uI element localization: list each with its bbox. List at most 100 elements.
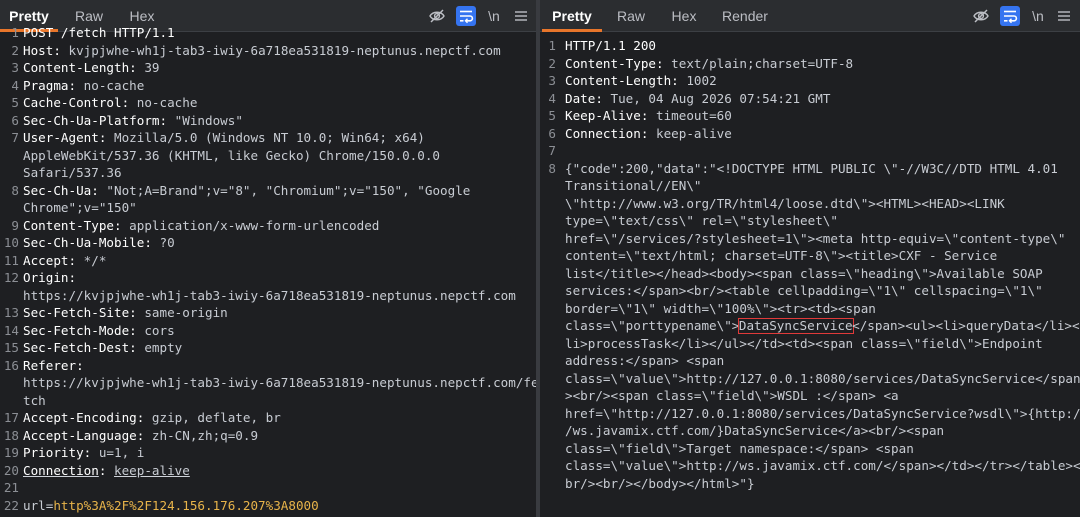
header-value: zh-CN,zh;q=0.9 [151,427,259,443]
header-colon: : [98,130,114,145]
header-value: ?0 [159,235,175,250]
line-text: class=\"porttypename\">DataSyncService</… [565,317,1080,335]
header-value: "Not;A=Brand";v="8", "Chromium";v="150",… [106,182,471,198]
body-text: Transitional//EN\" [565,178,702,193]
header-name: Sec-Ch-Ua-Mobile [23,235,145,250]
line-number: 6 [11,112,19,128]
header-value: keep-alive [656,125,732,141]
line-text: list</title></head><body><span class=\"h… [565,265,1076,283]
wrap-text-icon[interactable] [1000,6,1020,26]
line-text: Sec-Fetch-Mode: cors [23,322,532,340]
header-name: Content-Length [23,60,130,75]
line-number: 3 [548,73,556,88]
menu-icon[interactable] [511,6,531,26]
line-number: 20 [3,462,19,478]
line-text: Cache-Control: no-cache [23,94,532,112]
line-text: {"code":200,"data":"<!DOCTYPE HTML PUBLI… [565,160,1076,178]
response-tab-render[interactable]: Render [720,0,770,32]
header-colon: : [53,42,69,58]
header-colon: : [91,182,107,198]
newline-icon[interactable]: \n [484,6,504,26]
body-text: li>processTask</li></ul></td><td><span c… [565,335,1043,351]
line-text: content=\"text/html; charset=UTF-8\"><ti… [565,247,1076,265]
header-value: application/x-www-form-urlencoded [129,217,380,233]
header-name: Sec-Ch-Ua-Platform [23,112,160,128]
eye-off-icon[interactable] [971,6,991,26]
line-text: User-Agent: Mozilla/5.0 (Windows NT 10.0… [23,129,532,147]
header-colon: : [640,125,656,141]
header-colon: : [114,217,130,233]
line-text: Host: kvjpjwhe-wh1j-tab3-iwiy-6a718ea531… [23,42,532,60]
request-editor[interactable]: 1 POST /fetch HTTP/1.1 2 Host: kvjpjwhe-wh1… [0,25,536,517]
header-name: Referer [23,357,77,373]
line-number: 19 [3,445,19,460]
newline-icon[interactable]: \n [1028,6,1048,26]
header-colon: : [83,445,99,460]
line-text: Content-Type: text/plain;charset=UTF-8 [565,55,1076,73]
response-tab-raw[interactable]: Raw [612,0,650,32]
line-text: Content-Type: application/x-www-form-url… [23,217,532,235]
line-text: Sec-Ch-Ua-Mobile: ?0 [23,234,532,252]
body-text: href=\"/services/?stylesheet=1\"><meta h… [565,230,1066,246]
line-text: url=http%3A%2F%2F124.156.176.207%3A8000 [23,497,532,515]
body-text: address:</span> <span [565,353,725,368]
wrap-text-icon[interactable] [456,6,476,26]
line-number: 8 [11,182,19,198]
header-colon: : [671,73,687,88]
response-tab-pretty[interactable]: Pretty [542,0,602,32]
line-text: HTTP/1.1 200 [565,37,1076,55]
line-number: 17 [3,410,19,425]
header-name: User-Agent [23,130,99,145]
line-text: Sec-Ch-Ua-Platform: "Windows" [23,112,532,130]
line-number: 11 [3,252,19,268]
body-text: content=\"text/html; charset=UTF-8\"><ti… [565,248,998,263]
line-number: 9 [11,217,19,233]
param-value: http%3A%2F%2F124.156.176.207%3A8000 [53,497,319,513]
line-number: 12 [3,270,19,285]
line-text: Accept-Language: zh-CN,zh;q=0.9 [23,427,532,445]
menu-icon[interactable] [1054,6,1074,26]
body-text: Chrome";v="150" [23,200,137,215]
header-name: Keep-Alive [565,108,641,123]
highlighted-service-name: DataSyncService [737,318,854,334]
line-text: Referer: [23,357,532,375]
line-text: Chrome";v="150" [23,199,532,217]
header-colon: : [656,55,672,71]
line-number: 5 [548,108,556,123]
line-text: Content-Length: 1002 [565,72,1076,90]
line-text: https://kvjpjwhe-wh1j-tab3-iwiy-6a718ea5… [23,287,532,305]
header-name: Connection [23,462,99,478]
header-name: Content-Type [23,217,114,233]
body-text: ><br/><span class=\"field\">WSDL :</span… [565,388,899,403]
line-text: Connection: keep-alive [23,462,532,480]
header-value: Mozilla/5.0 (Windows NT 10.0; Win64; x64… [114,130,425,145]
header-colon: : [640,108,656,123]
header-name: Pragma [23,77,69,93]
line-text: Sec-Ch-Ua: "Not;A=Brand";v="8", "Chromiu… [23,182,532,200]
header-colon: : [68,270,84,285]
line-text: Transitional//EN\" [565,177,1076,195]
header-value: same-origin [144,305,228,320]
body-text: class=\"value\">http://127.0.0.1:8080/se… [565,370,1080,386]
body-text: Safari/537.36 [23,165,122,180]
line-number: 7 [11,130,19,145]
response-editor[interactable]: 1 HTTP/1.1 200 2 Content-Type: text/plain;c… [540,33,1080,517]
body-text: https://kvjpjwhe-wh1j-tab3-iwiy-6a718ea5… [23,375,536,390]
header-value: 39 [144,60,160,75]
eye-off-icon[interactable] [427,6,447,26]
line-number: 2 [11,42,19,58]
line-text: Connection: keep-alive [565,125,1076,143]
line-text: tch [23,392,532,410]
line-text: br/><br/></body></html>"} [565,475,1076,493]
header-value: */* [83,252,107,268]
line-text: class=\"value\">http://ws.javamix.ctf.co… [565,457,1080,475]
line-number: 21 [3,480,19,495]
line-number: 4 [548,90,556,106]
line-text: /ws.javamix.ctf.com/}DataSyncService</a>… [565,422,1076,440]
header-colon: : [121,95,137,110]
response-tab-hex[interactable]: Hex [666,0,702,32]
header-colon: : [68,252,84,268]
response-pane: Pretty Raw Hex Render \n 1 HTTP/1.1 200 2 C… [540,0,1080,517]
header-name: Priority [23,445,84,460]
line-text: Sec-Fetch-Dest: empty [23,339,532,357]
